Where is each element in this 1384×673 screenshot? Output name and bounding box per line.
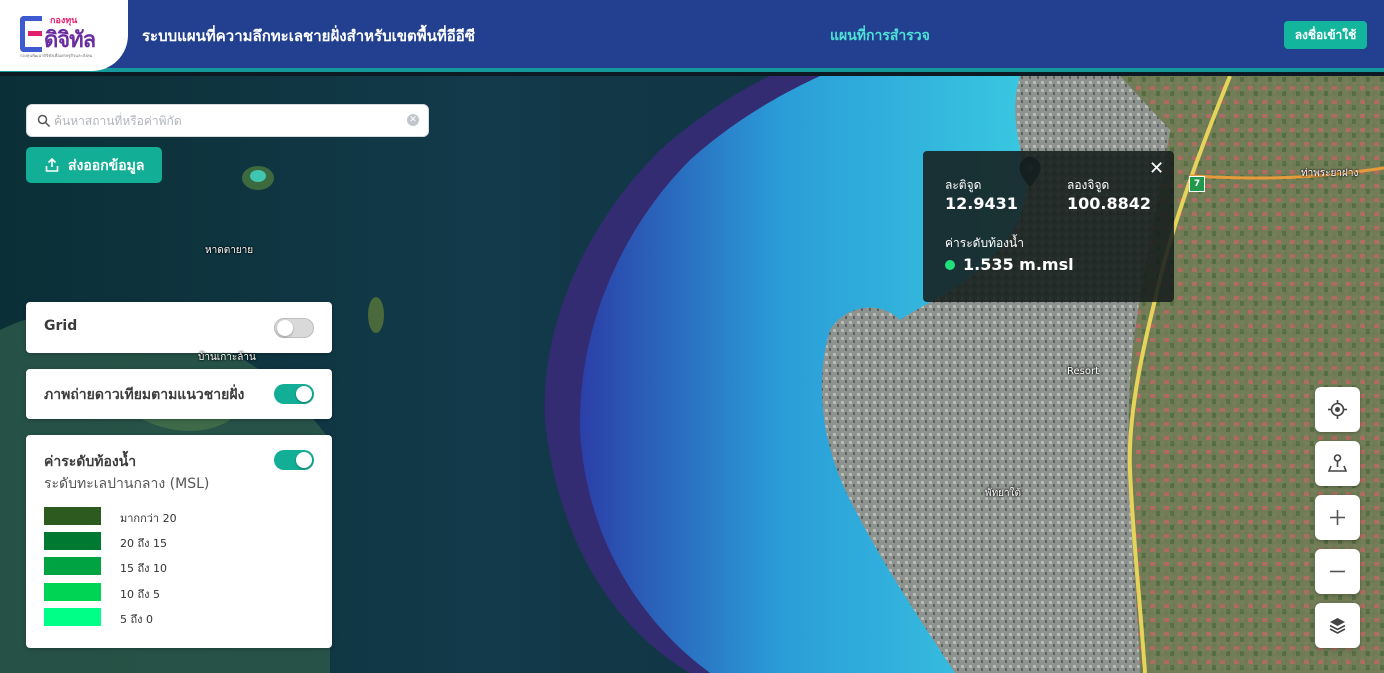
login-button[interactable]: ลงชื่อเข้าใช้ [1284, 21, 1367, 49]
export-data-button[interactable]: ส่งออกข้อมูล [26, 147, 162, 183]
legend-label: 15 ถึง 10 [120, 562, 168, 575]
map-place-label: ท่าพระยาฝาง [1301, 168, 1359, 179]
longitude-value: 100.8842 [1067, 194, 1152, 213]
legend-swatch [44, 507, 101, 525]
app-title: ระบบแผนที่ความลึกทะเลชายฝั่งสำหรับเขตพื้… [142, 27, 475, 45]
map-place-label: บ้านเกาะล้าน [198, 352, 256, 363]
layers-icon [1329, 618, 1346, 634]
upload-icon [45, 157, 59, 172]
zoom-out-icon [1330, 570, 1345, 573]
grid-label: Grid [44, 318, 78, 334]
legend-swatch [44, 557, 101, 575]
latitude-value: 12.9431 [945, 194, 1018, 213]
grid-toggle[interactable] [274, 318, 314, 338]
marker-button[interactable] [1315, 441, 1360, 486]
zoom-in-button[interactable] [1315, 495, 1360, 540]
depth-toggle[interactable] [274, 450, 314, 470]
depth-value-label: ค่าระดับท้องน้ำ [945, 236, 1024, 250]
highway-shield: 7 [1189, 176, 1205, 192]
grid-toggle-knob [277, 320, 293, 336]
search-bar[interactable]: ✕ [26, 104, 429, 137]
logo[interactable]: กองทุน ดิจิทัล กองทุนพัฒนาดิจิทัลเพื่อเศ… [0, 0, 128, 71]
top-header: กองทุน ดิจิทัล กองทุนพัฒนาดิจิทัลเพื่อเศ… [0, 0, 1384, 72]
search-icon [37, 114, 51, 128]
logo-mark-icon [20, 16, 42, 52]
legend-swatch [44, 608, 101, 626]
satellite-toggle-knob [296, 386, 312, 402]
close-icon[interactable]: ✕ [1149, 160, 1164, 178]
export-data-label: ส่งออกข้อมูล [68, 158, 145, 174]
layer-panel-grid: Grid [26, 302, 332, 353]
layers-button[interactable] [1315, 603, 1360, 648]
depth-value: 1.535 m.msl [963, 255, 1074, 274]
locate-button[interactable] [1315, 387, 1360, 432]
latitude-label: ละติจูด [945, 178, 982, 192]
satellite-toggle[interactable] [274, 384, 314, 404]
zoom-out-button[interactable] [1315, 549, 1360, 594]
legend-label: 20 ถึง 15 [120, 537, 168, 550]
layer-panel-depth: ค่าระดับท้องน้ำ ระดับทะเลปานกลาง (MSL) ม… [26, 435, 332, 648]
legend-label: 10 ถึง 5 [120, 588, 161, 601]
legend-swatch [44, 583, 101, 601]
marker-pin-icon [1327, 454, 1348, 472]
layer-panel-satellite: ภาพถ่ายดาวเทียมตามแนวชายฝั่ง [26, 369, 332, 419]
legend-label: 5 ถึง 0 [120, 613, 154, 626]
logo-subtitle: กองทุนพัฒนาดิจิทัลเพื่อเศรษฐกิจและสังคม [20, 53, 93, 58]
depth-status-dot [945, 260, 955, 270]
map-place-label: พัทยาใต้ [985, 488, 1022, 499]
clear-icon[interactable]: ✕ [407, 114, 419, 126]
nav-survey-map[interactable]: แผนที่การสำรวจ [830, 25, 930, 47]
depth-subtitle: ระดับทะเลปานกลาง (MSL) [44, 476, 210, 492]
legend-swatch [44, 532, 101, 550]
depth-label: ค่าระดับท้องน้ำ [44, 454, 137, 470]
legend-label: มากกว่า 20 [120, 512, 177, 525]
locate-icon [1328, 400, 1347, 419]
map-place-label: หาดตายาย [205, 245, 254, 256]
map-place-label: Resort [1067, 366, 1100, 377]
depth-toggle-knob [296, 452, 312, 468]
satellite-label: ภาพถ่ายดาวเทียมตามแนวชายฝั่ง [44, 387, 245, 403]
zoom-in-icon [1330, 510, 1345, 525]
search-input[interactable] [54, 111, 404, 131]
point-info-popup: ✕ ละติจูด 12.9431 ลองจิจูด 100.8842 ค่าร… [923, 151, 1174, 302]
longitude-label: ลองจิจูด [1067, 178, 1110, 192]
